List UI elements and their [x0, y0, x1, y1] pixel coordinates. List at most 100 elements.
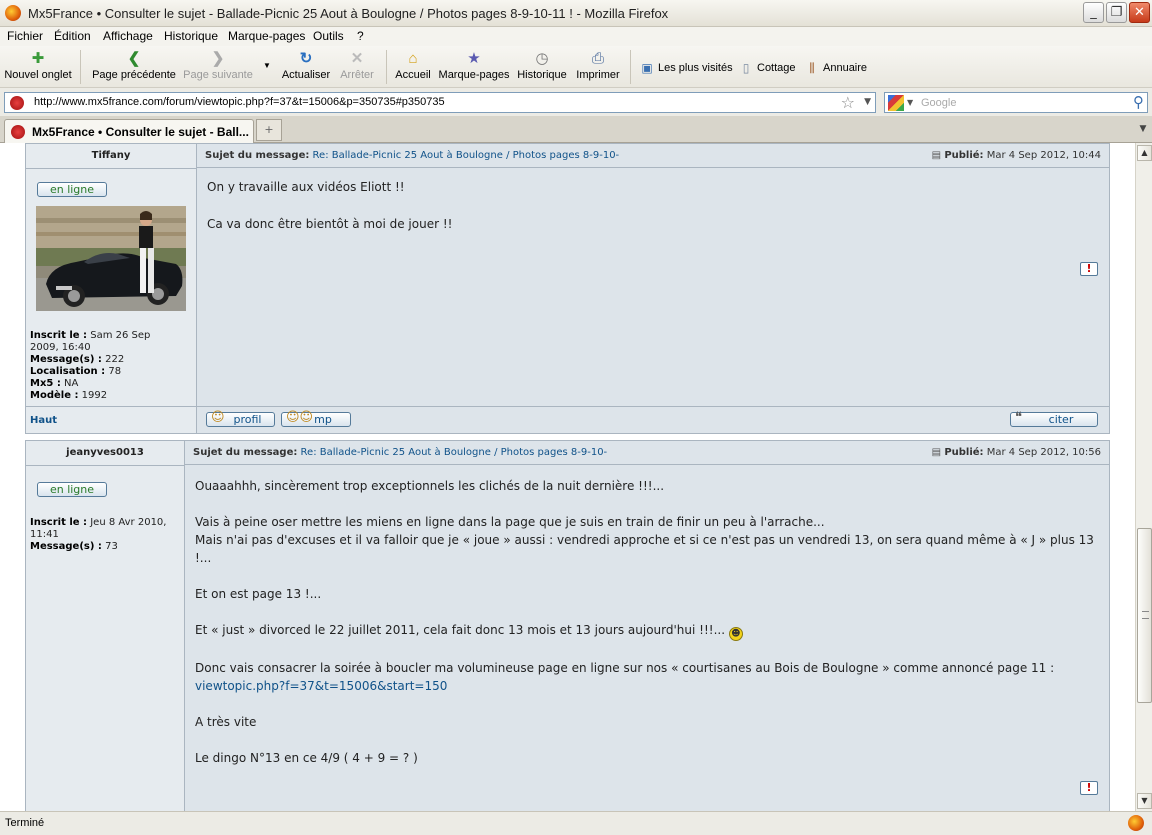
post-published: ▤ Publié: Mar 4 Sep 2012, 10:44 [932, 150, 1101, 161]
bookmarks-icon: ★ [467, 50, 481, 67]
post: jeanyves0013 en ligne Inscrit le : Jeu 8… [25, 440, 1110, 811]
annuaire-icon: ⫼ [809, 61, 815, 75]
tab-active[interactable]: Mx5France • Consulter le sujet - Ball... [4, 119, 254, 143]
published-date: Mar 4 Sep 2012, 10:56 [986, 447, 1101, 458]
report-button[interactable]: ! [1080, 262, 1098, 276]
menu-bar: Fichier Édition Affichage Historique Mar… [0, 27, 1152, 46]
menu-marque-pages[interactable]: Marque-pages [228, 29, 305, 43]
post-line: Et « just » divorced le 22 juillet 2011,… [195, 623, 726, 637]
search-icon[interactable]: ⚲ [1133, 93, 1144, 111]
post-line: Ca va donc être bientôt à moi de jouer !… [207, 217, 453, 231]
post: Tiffany en ligne Inscrit le: Sam 26 Sep… [25, 143, 1110, 434]
bookmark-cottage[interactable]: ▯ Cottage [739, 61, 796, 75]
post-profile-column: Tiffany en ligne Inscrit le: Sam 26 Sep… [26, 144, 197, 433]
info-value: 78 [108, 366, 122, 377]
firefox-logo-icon [5, 5, 21, 21]
post-icon: ▤ [931, 447, 942, 458]
maximize-button[interactable]: ❐ [1106, 2, 1127, 23]
pm-label: mp [314, 413, 332, 426]
search-field[interactable]: ▼ Google ⚲ [884, 92, 1148, 113]
history-dropdown-arrow[interactable]: ▼ [262, 61, 272, 70]
profile-button[interactable]: ☺ profil [206, 411, 275, 427]
subject-link[interactable]: Re: Ballade-Picnic 25 Aout à Boulogne / … [313, 150, 620, 161]
scroll-up-arrow-icon[interactable]: ▲ [1137, 145, 1152, 161]
menu-help[interactable]: ? [357, 29, 364, 43]
menu-fichier[interactable]: Fichier [7, 29, 43, 43]
post-icon: ▤ [931, 150, 942, 161]
printer-icon: ⎙ [591, 50, 604, 67]
page-content: Tiffany en ligne Inscrit le: Sam 26 Sep… [0, 143, 1135, 811]
home-icon: ⌂ [408, 50, 418, 67]
topic-link[interactable]: viewtopic.php?f=37&t=15006&start=150 [195, 679, 447, 693]
back-button[interactable]: ❮ Page précédente [91, 48, 177, 82]
post-line: Le dingo N°13 en ce 4/9 ( 4 + 9 = ? ) [195, 751, 418, 765]
published-date: Mar 4 Sep 2012, 10:44 [986, 150, 1101, 161]
published-label: Publié: [944, 150, 984, 161]
minimize-button[interactable]: _ [1083, 2, 1104, 23]
engine-dropdown-icon[interactable]: ▼ [907, 98, 913, 107]
close-button[interactable]: ✕ [1129, 2, 1150, 23]
poster-info: Inscrit le : Sam 26 Sep 2009, 16:40 Mess… [30, 330, 195, 402]
smiley-icon: ☻ [728, 627, 743, 641]
scroll-thumb[interactable] [1137, 528, 1152, 703]
post-line: Vais à peine oser mettre les miens en li… [195, 515, 825, 529]
info-label: Inscrit le : [30, 330, 88, 341]
bookmark-star-icon[interactable]: ☆ [841, 93, 855, 112]
published-label: Publié: [944, 447, 984, 458]
menu-affichage[interactable]: Affichage [103, 29, 153, 43]
bookmarks-button[interactable]: ★ Marque-pages [438, 48, 510, 82]
page-icon: ▯ [742, 61, 750, 75]
report-button[interactable]: ! [1080, 781, 1098, 795]
new-tab-plus-button[interactable]: + [256, 119, 282, 141]
subject-label: Sujet du message: [193, 447, 298, 458]
stop-label: Arrêter [340, 69, 374, 81]
history-button[interactable]: ◷ Historique [516, 48, 568, 82]
url-field[interactable]: http://www.mx5france.com/forum/viewtopic… [4, 92, 876, 113]
post-author[interactable]: jeanyves0013 [26, 447, 184, 458]
menu-historique[interactable]: Historique [164, 29, 218, 43]
vertical-scrollbar[interactable]: ▲ ▼ [1135, 143, 1152, 811]
forward-button[interactable]: ❯ Page suivante [182, 48, 254, 82]
reload-label: Actualiser [281, 69, 331, 81]
tab-list-dropdown-icon[interactable]: ▼ [1136, 121, 1150, 137]
plus-icon: ✚ [31, 50, 45, 67]
toolbar-separator [630, 50, 631, 84]
subject-link[interactable]: Re: Ballade-Picnic 25 Aout à Boulogne / … [301, 447, 608, 458]
google-engine-icon[interactable] [888, 95, 904, 111]
scroll-down-arrow-icon[interactable]: ▼ [1137, 793, 1152, 809]
subject-label: Sujet du message: [205, 150, 310, 161]
site-favicon-icon [11, 125, 25, 139]
info-value: Jeu 8 Avr 2010, [90, 517, 167, 528]
bookmark-label: Annuaire [823, 61, 868, 74]
toolbar-separator [386, 50, 387, 84]
print-label: Imprimer [576, 69, 620, 81]
menu-edition[interactable]: Édition [54, 29, 91, 43]
new-tab-button[interactable]: ✚ Nouvel onglet [4, 48, 72, 82]
bookmark-annuaire[interactable]: ⫼ Annuaire [805, 61, 867, 75]
toolbar-separator [80, 50, 81, 84]
bookmark-most-visited[interactable]: ▣ Les plus visités [640, 61, 733, 75]
post-published: ▤ Publié: Mar 4 Sep 2012, 10:56 [932, 447, 1101, 458]
print-button[interactable]: ⎙ Imprimer [575, 48, 621, 82]
url-dropdown-icon[interactable]: ▼ [864, 97, 871, 107]
profile-label: profil [233, 413, 262, 426]
bookmark-label: Les plus visités [658, 61, 733, 74]
info-label: Message(s) : [30, 541, 102, 552]
menu-outils[interactable]: Outils [313, 29, 344, 43]
home-label: Accueil [395, 69, 431, 81]
quote-label: citer [1048, 413, 1074, 426]
haut-link[interactable]: Haut [30, 415, 57, 426]
info-label: Mx5 : [30, 378, 61, 389]
url-text: http://www.mx5france.com/forum/viewtopic… [34, 96, 445, 108]
post-author[interactable]: Tiffany [26, 150, 196, 161]
forward-label: Page suivante [183, 69, 253, 81]
stop-button[interactable]: ✕ Arrêter [337, 48, 377, 82]
home-button[interactable]: ⌂ Accueil [394, 48, 432, 82]
pm-button[interactable]: ☺☺ mp [281, 411, 351, 427]
info-value: 2009, 16:40 [30, 342, 91, 353]
reload-icon: ↻ [299, 50, 313, 67]
reload-button[interactable]: ↻ Actualiser [280, 48, 332, 82]
post-line: Ouaaahhh, sincèrement trop exceptionnels… [195, 479, 665, 493]
quote-button[interactable]: ❝ citer [1010, 411, 1098, 427]
address-bar-row: http://www.mx5france.com/forum/viewtopic… [0, 88, 1152, 116]
